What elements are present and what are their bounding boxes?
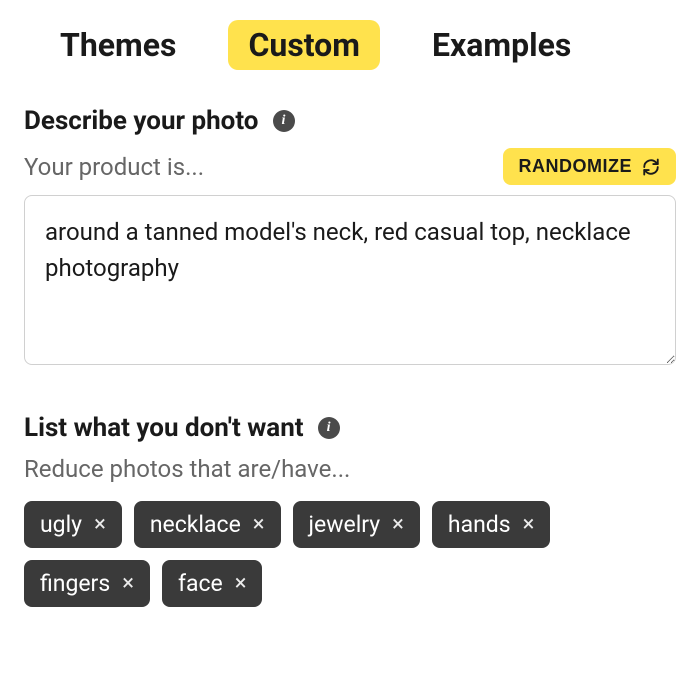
- refresh-icon: [642, 158, 660, 176]
- close-icon[interactable]: ×: [523, 514, 535, 536]
- describe-sub-row: Your product is... RANDOMIZE: [24, 148, 676, 185]
- tag-label: fingers: [40, 570, 110, 597]
- describe-header: Describe your photo i: [24, 106, 676, 136]
- tag-label: hands: [448, 511, 511, 538]
- exclude-tag[interactable]: fingers ×: [24, 560, 150, 607]
- tag-label: face: [178, 570, 223, 597]
- tab-themes[interactable]: Themes: [40, 20, 196, 70]
- close-icon[interactable]: ×: [235, 573, 247, 595]
- close-icon[interactable]: ×: [392, 514, 404, 536]
- tag-label: necklace: [150, 511, 241, 538]
- randomize-label: RANDOMIZE: [519, 156, 633, 177]
- describe-sub-label: Your product is...: [24, 153, 204, 181]
- info-icon[interactable]: i: [273, 110, 295, 132]
- tag-label: ugly: [40, 511, 82, 538]
- info-icon[interactable]: i: [318, 417, 340, 439]
- tab-bar: Themes Custom Examples: [24, 20, 676, 70]
- exclude-tag[interactable]: ugly ×: [24, 501, 122, 548]
- describe-section: Describe your photo i Your product is...…: [24, 106, 676, 413]
- exclude-tag[interactable]: face ×: [162, 560, 263, 607]
- describe-textarea[interactable]: [24, 195, 676, 365]
- close-icon[interactable]: ×: [94, 514, 106, 536]
- randomize-button[interactable]: RANDOMIZE: [503, 148, 677, 185]
- exclude-tag[interactable]: hands ×: [432, 501, 550, 548]
- close-icon[interactable]: ×: [122, 573, 134, 595]
- exclude-tags: ugly×necklace×jewelry×hands×fingers×face…: [24, 501, 676, 607]
- exclude-section: List what you don't want i Reduce photos…: [24, 413, 676, 607]
- tab-custom[interactable]: Custom: [228, 20, 380, 70]
- tag-label: jewelry: [309, 511, 381, 538]
- describe-title: Describe your photo: [24, 106, 259, 136]
- exclude-sub-label: Reduce photos that are/have...: [24, 455, 676, 483]
- tab-examples[interactable]: Examples: [412, 20, 591, 70]
- exclude-title: List what you don't want: [24, 413, 304, 443]
- close-icon[interactable]: ×: [253, 514, 265, 536]
- exclude-header: List what you don't want i: [24, 413, 676, 443]
- exclude-tag[interactable]: necklace ×: [134, 501, 281, 548]
- exclude-tag[interactable]: jewelry ×: [293, 501, 420, 548]
